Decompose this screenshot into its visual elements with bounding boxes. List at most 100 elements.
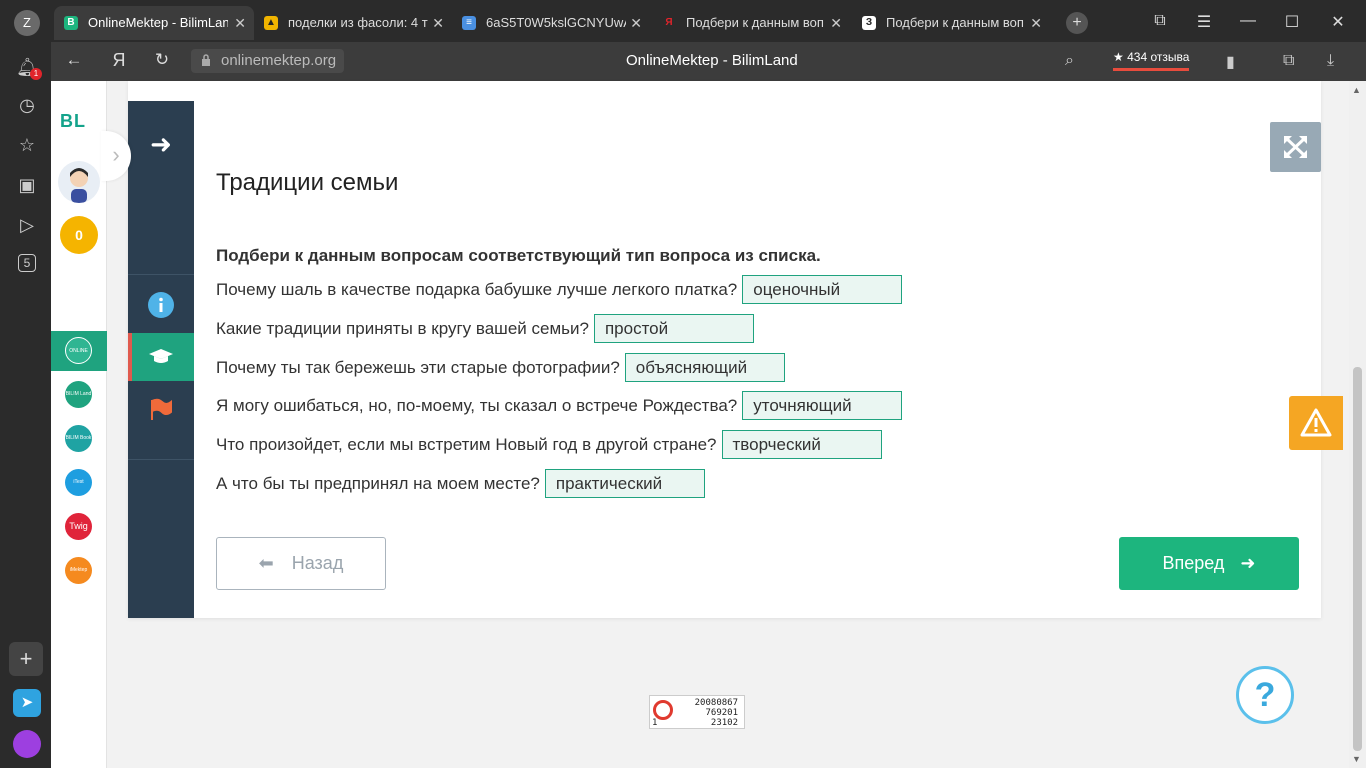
image-favicon-icon: ▲ [264,16,278,30]
bilimbook-project-icon[interactable]: BILIM Book [65,425,92,452]
answer-dropzone[interactable]: уточняющий [742,391,903,420]
close-icon[interactable]: ✕ [1030,6,1042,40]
graduation-cap-icon [149,349,173,363]
question-row: Какие традиции приняты в кругу вашей сем… [216,314,754,343]
coins-counter[interactable]: 0 [60,216,98,254]
answer-dropzone[interactable]: оценочный [742,275,903,304]
arrow-right-icon[interactable]: ➜ [146,129,176,159]
close-window-icon[interactable]: ✕ [1328,12,1348,32]
notification-badge: 1 [30,68,42,80]
bookmarks-star-icon[interactable]: ☆ [16,134,38,156]
reviews-badge[interactable]: ★ 434 отзыва [1113,50,1190,71]
close-icon[interactable]: ✕ [630,6,642,40]
expand-icon [1284,136,1307,158]
chevron-right-icon: › [112,142,120,167]
tabs-panel-icon[interactable]: ⧉ [1150,12,1170,30]
lesson-card: ➜ Традиции семьи Подбери к данным вопрос… [128,81,1321,618]
yandex-favicon-icon: Я [665,17,673,28]
question-row: Я могу ошибаться, но, по-моему, ты сказа… [216,391,903,420]
imektep-project-icon[interactable]: iMektep [65,557,92,584]
history-icon[interactable]: ◷ [16,94,38,116]
znanija-favicon-icon: З [862,16,876,30]
question-mark-icon: ? [1254,676,1276,714]
tab-bar: Z B OnlineMektep - BilimLand ✕ ▲ поделки… [0,0,1366,42]
tab-yandex-question[interactable]: Я Подбери к данным воп ✕ [652,6,850,40]
answer-dropzone[interactable]: творческий [721,430,882,459]
question-text: Что произойдет, если мы встретим Новый г… [216,434,717,454]
question-text: Почему шаль в качестве подарка бабушке л… [216,279,738,299]
scroll-thumb[interactable] [1353,367,1362,751]
url-field[interactable]: onlinemektep.org [191,49,345,73]
profile-avatar[interactable]: Z [14,10,40,36]
nav-test[interactable] [128,333,194,381]
help-button[interactable]: ? [1236,666,1294,724]
menu-icon[interactable]: ☰ [1194,12,1214,32]
nav-flag[interactable] [128,385,194,433]
info-icon [148,292,174,318]
minimize-icon[interactable]: — [1238,12,1258,30]
visit-counter[interactable]: 20080867 769201 23102 1 [649,695,745,729]
back-arrow-icon[interactable]: ← [63,50,85,70]
scroll-up-icon[interactable]: ▲ [1352,85,1361,95]
alice-icon[interactable] [13,730,41,758]
nav-divider [128,459,194,460]
download-icon[interactable]: ⤓ [1327,52,1334,70]
warning-icon [1300,408,1332,437]
user-avatar[interactable] [58,161,100,203]
question-text: Какие традиции приняты в кругу вашей сем… [216,318,589,338]
close-icon[interactable]: ✕ [830,6,842,40]
flag-icon [151,398,172,420]
collections-icon[interactable]: ▣ [16,174,38,196]
bookmark-icon[interactable]: ▮ [1226,52,1235,72]
itest-project-icon[interactable]: iTest [65,469,92,496]
reader-search-icon[interactable]: ⌕ [1065,52,1074,70]
sidebar-expand-button[interactable]: › [101,131,131,181]
close-icon[interactable]: ✕ [234,6,246,40]
tab-document[interactable]: ≡ 6aS5T0W5kslGCNYUwA ✕ [452,6,650,40]
web-page: BL 0 ONLINE MEKTEP BILIM Land BILIM Book… [51,81,1366,768]
lesson-content: Традиции семьи Подбери к данным вопросам… [216,169,1306,498]
reload-icon[interactable]: ↻ [151,50,173,70]
answer-dropzone[interactable]: простой [593,314,754,343]
tab-onlinemektep[interactable]: B OnlineMektep - BilimLand ✕ [54,6,254,40]
bilimland-logo[interactable]: BL [60,111,86,132]
page-scrollbar[interactable]: ▲ ▼ [1349,81,1366,768]
lock-icon [202,54,210,66]
messenger-icon[interactable]: ➤ [13,689,41,717]
question-row: А что бы ты предпринял на моем месте? пр… [216,469,705,498]
play-icon[interactable]: ▷ [16,214,38,236]
report-error-button[interactable] [1289,396,1343,450]
answer-dropzone[interactable]: объясняющий [624,353,785,382]
tab-znanija-question[interactable]: З Подбери к данным воп ✕ [852,6,1050,40]
maximize-icon[interactable]: ☐ [1282,12,1302,32]
arrow-right-icon: ➜ [1240,553,1256,573]
counter-logo-icon [653,700,673,720]
question-text: Я могу ошибаться, но, по-моему, ты сказа… [216,395,738,415]
extensions-icon[interactable]: ⧉ [1283,52,1294,70]
site-sidebar: BL 0 ONLINE MEKTEP BILIM Land BILIM Book… [51,81,107,768]
question-row: Почему шаль в качестве подарка бабушке л… [216,275,903,304]
close-icon[interactable]: ✕ [432,6,444,40]
tab-podelki[interactable]: ▲ поделки из фасоли: 4 т ✕ [254,6,452,40]
task-instruction: Подбери к данным вопросам соответствующи… [216,246,821,265]
arrow-left-icon: ⬅ [258,553,274,573]
add-panel-button[interactable]: + [9,642,43,676]
back-button[interactable]: ⬅ Назад [216,537,386,590]
five-badge-icon[interactable]: 5 [18,254,36,272]
onlinemektep-project-icon[interactable]: ONLINE MEKTEP [65,337,92,381]
scroll-down-icon[interactable]: ▼ [1352,754,1361,764]
answer-dropzone[interactable]: практический [544,469,705,498]
twig-project-icon[interactable]: Twig [65,513,92,540]
bilimland-project-icon[interactable]: BILIM Land [65,381,92,408]
question-text: Почему ты так бережешь эти старые фотогр… [216,357,620,377]
new-tab-button[interactable]: + [1066,12,1088,34]
question-row: Что произойдет, если мы встретим Новый г… [216,430,882,459]
yandex-logo-icon[interactable]: Я [108,50,130,71]
next-button[interactable]: Вперед ➜ [1119,537,1299,590]
page-title: OnlineMektep - BilimLand [626,52,798,69]
nav-info[interactable] [128,281,194,329]
browser-side-panel: 🔔︎ 1 ◷ ☆ ▣ ▷ 5 + ➤ [0,42,51,768]
fullscreen-button[interactable] [1270,122,1321,172]
question-row: Почему ты так бережешь эти старые фотогр… [216,353,785,382]
onlinemektep-favicon-icon: B [64,16,78,30]
